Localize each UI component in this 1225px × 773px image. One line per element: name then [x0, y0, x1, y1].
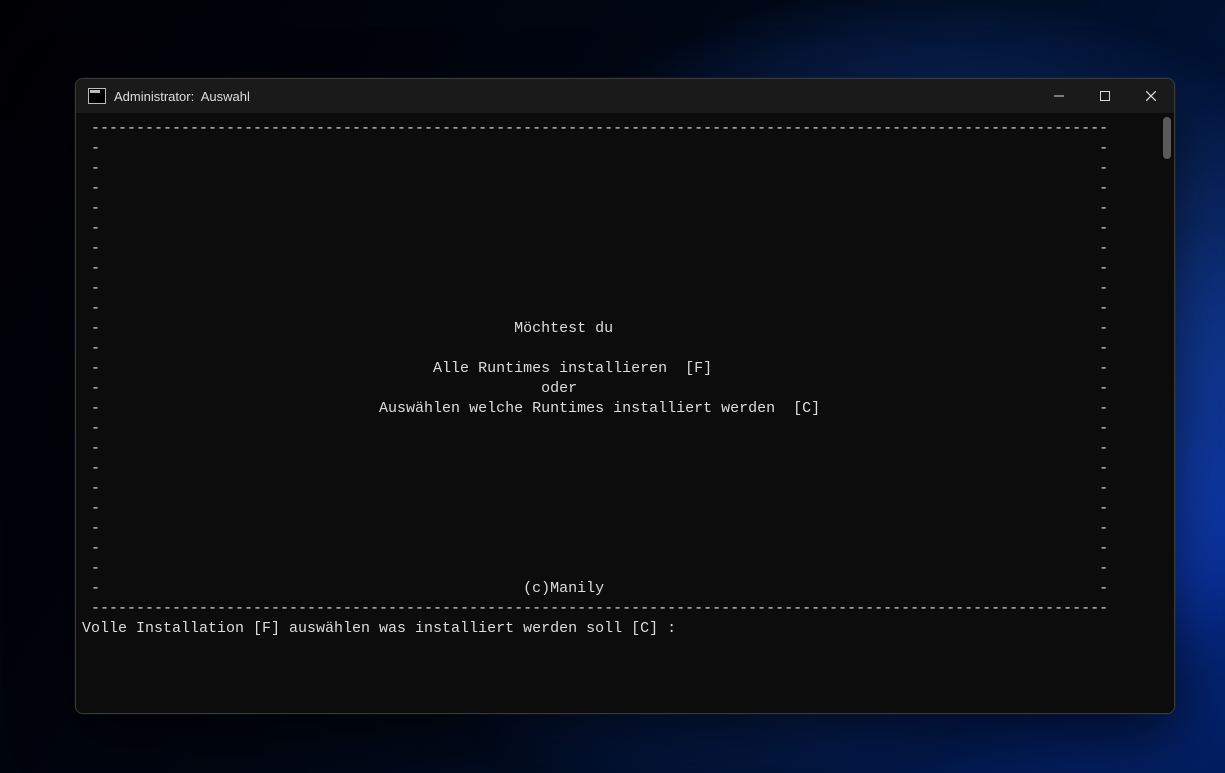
- line-question: - Möchtest du -: [82, 320, 1108, 337]
- box-line: - -: [82, 300, 1108, 317]
- box-line: - -: [82, 480, 1108, 497]
- vertical-scrollbar[interactable]: [1160, 113, 1174, 713]
- cmd-icon: [88, 88, 106, 104]
- box-line: - -: [82, 560, 1108, 577]
- box-line: - -: [82, 280, 1108, 297]
- box-line: - -: [82, 340, 1108, 357]
- window-title: Administrator: Auswahl: [114, 89, 250, 104]
- box-line: - -: [82, 520, 1108, 537]
- window-titlebar[interactable]: Administrator: Auswahl: [76, 79, 1174, 113]
- box-line: - -: [82, 260, 1108, 277]
- line-or: - oder -: [82, 380, 1108, 397]
- box-line: - -: [82, 420, 1108, 437]
- maximize-button[interactable]: [1082, 79, 1128, 113]
- minimize-button[interactable]: [1036, 79, 1082, 113]
- box-line: - -: [82, 240, 1108, 257]
- box-line: - -: [82, 540, 1108, 557]
- box-line: - -: [82, 140, 1108, 157]
- box-line: - -: [82, 220, 1108, 237]
- box-line: - -: [82, 180, 1108, 197]
- line-option-custom: - Auswählen welche Runtimes installiert …: [82, 400, 1108, 417]
- box-line: - -: [82, 440, 1108, 457]
- input-prompt[interactable]: Volle Installation [F] auswählen was ins…: [82, 620, 676, 637]
- line-option-full: - Alle Runtimes installieren [F] -: [82, 360, 1108, 377]
- box-line: - -: [82, 500, 1108, 517]
- terminal-output[interactable]: ----------------------------------------…: [76, 113, 1160, 713]
- box-border-top: ----------------------------------------…: [82, 120, 1108, 137]
- box-line: - -: [82, 200, 1108, 217]
- box-border-bottom: ----------------------------------------…: [82, 600, 1108, 617]
- window-client-area: ----------------------------------------…: [76, 113, 1174, 713]
- desktop-background: Administrator: Auswahl ----------: [0, 0, 1225, 773]
- box-line: - -: [82, 460, 1108, 477]
- console-window: Administrator: Auswahl ----------: [75, 78, 1175, 714]
- close-button[interactable]: [1128, 79, 1174, 113]
- scrollbar-thumb[interactable]: [1163, 117, 1171, 159]
- box-line: - -: [82, 160, 1108, 177]
- line-copyright: - (c)Manily -: [82, 580, 1108, 597]
